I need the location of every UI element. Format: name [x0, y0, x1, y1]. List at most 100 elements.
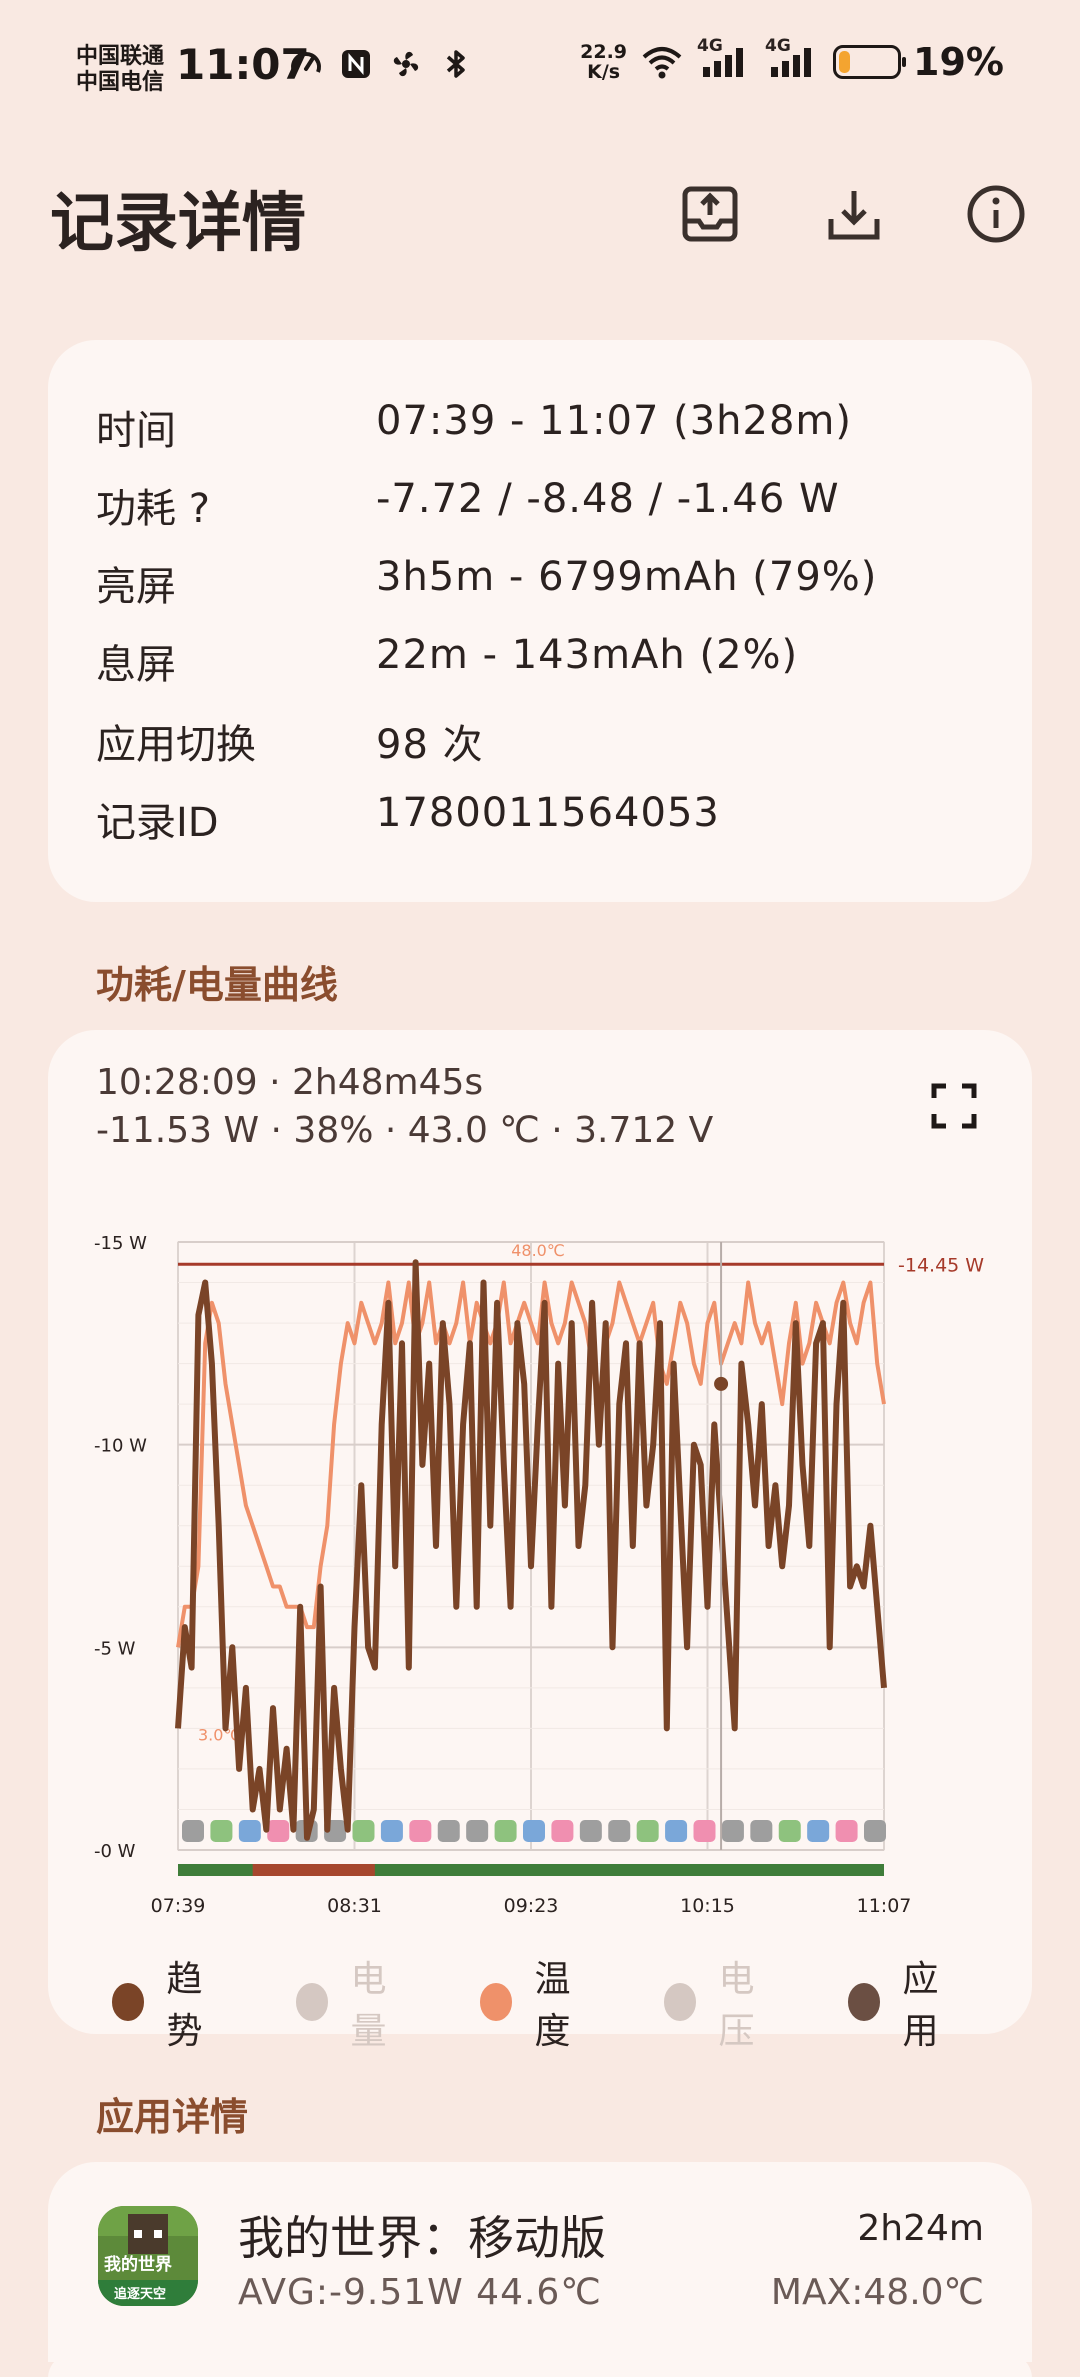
minecraft-app-icon: 我的世界 追逐天空: [98, 2206, 198, 2306]
legend-label: 电量: [350, 1959, 387, 2052]
legend-item-apps[interactable]: 应用: [848, 1950, 964, 2054]
legend-dot: [848, 1983, 881, 2021]
app-marker-icon: [494, 1820, 517, 1842]
legend-item-battery[interactable]: 电量: [296, 1950, 412, 2054]
summary-label: 记录ID: [96, 800, 219, 846]
app-marker-icon: [807, 1820, 830, 1842]
battery-level: [839, 51, 850, 73]
carrier-2: 中国电信: [76, 70, 165, 95]
app-marker-icon: [238, 1820, 261, 1842]
summary-value: 22m - 143mAh (2%): [376, 632, 799, 678]
app-marker-icon: [523, 1820, 545, 1842]
app-marker-icon: [864, 1820, 886, 1842]
chart-y-tick-label: -10 W: [94, 1436, 147, 1457]
summary-label: 功耗 ?: [96, 486, 210, 532]
download-button[interactable]: [814, 174, 894, 254]
chart-max-label: -14.45 W: [898, 1254, 984, 1276]
app-item-next[interactable]: [48, 2354, 1032, 2377]
summary-value: 98 次: [376, 722, 484, 768]
status-icons-left: [288, 46, 474, 82]
app-section-title: 应用详情: [96, 2095, 249, 2139]
bluetooth-icon: [438, 46, 474, 82]
chart-cursor-values: -11.53 W · 38% · 43.0 ℃ · 3.712 V: [96, 1110, 714, 1151]
legend-dot: [664, 1983, 697, 2021]
app-marker-icon: [579, 1820, 602, 1842]
info-icon: [967, 185, 1025, 243]
chart-y-tick-label: -0 W: [94, 1841, 136, 1862]
power-chart[interactable]: -15 W -10 W -5 W -0 W 07:39 08:31 09:23 10:15 11…: [48, 1190, 1032, 1940]
app-marker-icon: [665, 1820, 688, 1842]
summary-value: 3h5m - 6799mAh (79%): [376, 554, 878, 600]
page-title: 记录详情: [50, 187, 306, 261]
summary-label: 应用切换: [96, 722, 256, 768]
app-max-temp: MAX:48.0℃: [770, 2272, 984, 2313]
legend-item-voltage[interactable]: 电压: [664, 1950, 780, 2054]
upload-icon: [682, 186, 738, 242]
legend-label: 电压: [718, 1959, 755, 2052]
chart-y-tick-label: -15 W: [94, 1233, 147, 1254]
app-marker-icon: [693, 1820, 716, 1842]
status-bar: 中国联通 中国电信 11:07 22.9 K/s 4G 4G 19%: [0, 0, 1080, 140]
legend-dot: [480, 1983, 513, 2021]
chart-screen-off-segment: [252, 1864, 375, 1876]
legend-label: 应用: [902, 1959, 939, 2052]
chart-legend: 趋势 电量 温度 电压 应用: [112, 1950, 1032, 2054]
summary-value: -7.72 / -8.48 / -1.46 W: [376, 476, 840, 522]
chart-x-tick-label: 10:15: [680, 1895, 735, 1917]
app-marker-icon: [721, 1820, 744, 1842]
chart-x-tick-label: 07:39: [151, 1895, 206, 1917]
chart-section-title: 功耗/电量曲线: [96, 963, 338, 1007]
chart-x-tick-label: 11:07: [857, 1895, 912, 1917]
legend-item-temperature[interactable]: 温度: [480, 1950, 596, 2054]
app-marker-icon: [835, 1820, 858, 1842]
app-marker-icon: [636, 1820, 659, 1842]
summary-label: 息屏: [96, 642, 176, 688]
app-avg: AVG:-9.51W 44.6℃: [238, 2272, 602, 2313]
app-marker-icon: [210, 1820, 233, 1842]
chart-temp-max-label: 48.0℃: [511, 1241, 565, 1260]
app-marker-icon: [466, 1820, 489, 1842]
app-marker-icon: [182, 1820, 204, 1842]
app-icon-sublabel: 追逐天空: [114, 2287, 167, 2302]
app-marker-icon: [380, 1820, 403, 1842]
chart-cursor-time: 10:28:09 · 2h48m45s: [96, 1062, 484, 1103]
summary-label: 亮屏: [96, 564, 176, 610]
app-name: 我的世界：移动版: [238, 2211, 606, 2265]
app-item[interactable]: 我的世界 追逐天空 我的世界：移动版 AVG:-9.51W 44.6℃ 2h24…: [48, 2162, 1032, 2362]
nfc-icon: [338, 46, 374, 82]
net-speed: 22.9 K/s: [580, 42, 627, 82]
net-speed-unit: K/s: [587, 61, 621, 83]
summary-value: 1780011564053: [376, 790, 720, 836]
app-bar: 记录详情: [0, 160, 1080, 280]
chart-cursor-point: [714, 1376, 729, 1391]
summary-row-power[interactable]: 功耗 ? -7.72 / -8.48 / -1.46 W: [96, 476, 840, 534]
legend-label: 温度: [534, 1959, 571, 2052]
net-speed-value: 22.9: [580, 41, 628, 63]
summary-row-screen-on: 亮屏 3h5m - 6799mAh (79%): [96, 554, 877, 612]
summary-card: 时间 07:39 - 11:07 (3h28m) 功耗 ? -7.72 / -8…: [48, 340, 1032, 902]
app-icon-label: 我的世界: [104, 2255, 172, 2275]
summary-row-app-switch: 应用切换 98 次: [96, 712, 484, 770]
app-marker-icon: [352, 1820, 375, 1842]
signal-label-1: 4G: [697, 36, 723, 56]
signal-icon-2: 4G: [765, 36, 821, 80]
battery-icon: [833, 45, 907, 79]
chart-card: 10:28:09 · 2h48m45s -11.53 W · 38% · 43.…: [48, 1030, 1032, 2052]
fullscreen-icon: [931, 1083, 977, 1129]
fullscreen-button[interactable]: [928, 1080, 980, 1132]
summary-label: 时间: [96, 408, 176, 454]
app-marker-icon: [750, 1820, 773, 1842]
summary-row-time: 时间 07:39 - 11:07 (3h28m): [96, 398, 852, 456]
app-marker-icon: [267, 1820, 290, 1842]
chart-x-tick-label: 09:23: [504, 1895, 559, 1917]
chart-y-tick-label: -5 W: [94, 1638, 136, 1659]
chart-x-tick-label: 08:31: [327, 1895, 382, 1917]
carrier-1: 中国联通: [76, 44, 165, 69]
app-duration: 2h24m: [857, 2208, 984, 2249]
battery-percent: 19%: [913, 40, 1004, 84]
app-marker-icon: [608, 1820, 631, 1842]
app-marker-icon: [778, 1820, 801, 1842]
legend-item-trend[interactable]: 趋势: [112, 1950, 228, 2054]
upload-button[interactable]: [670, 174, 750, 254]
info-button[interactable]: [956, 174, 1036, 254]
